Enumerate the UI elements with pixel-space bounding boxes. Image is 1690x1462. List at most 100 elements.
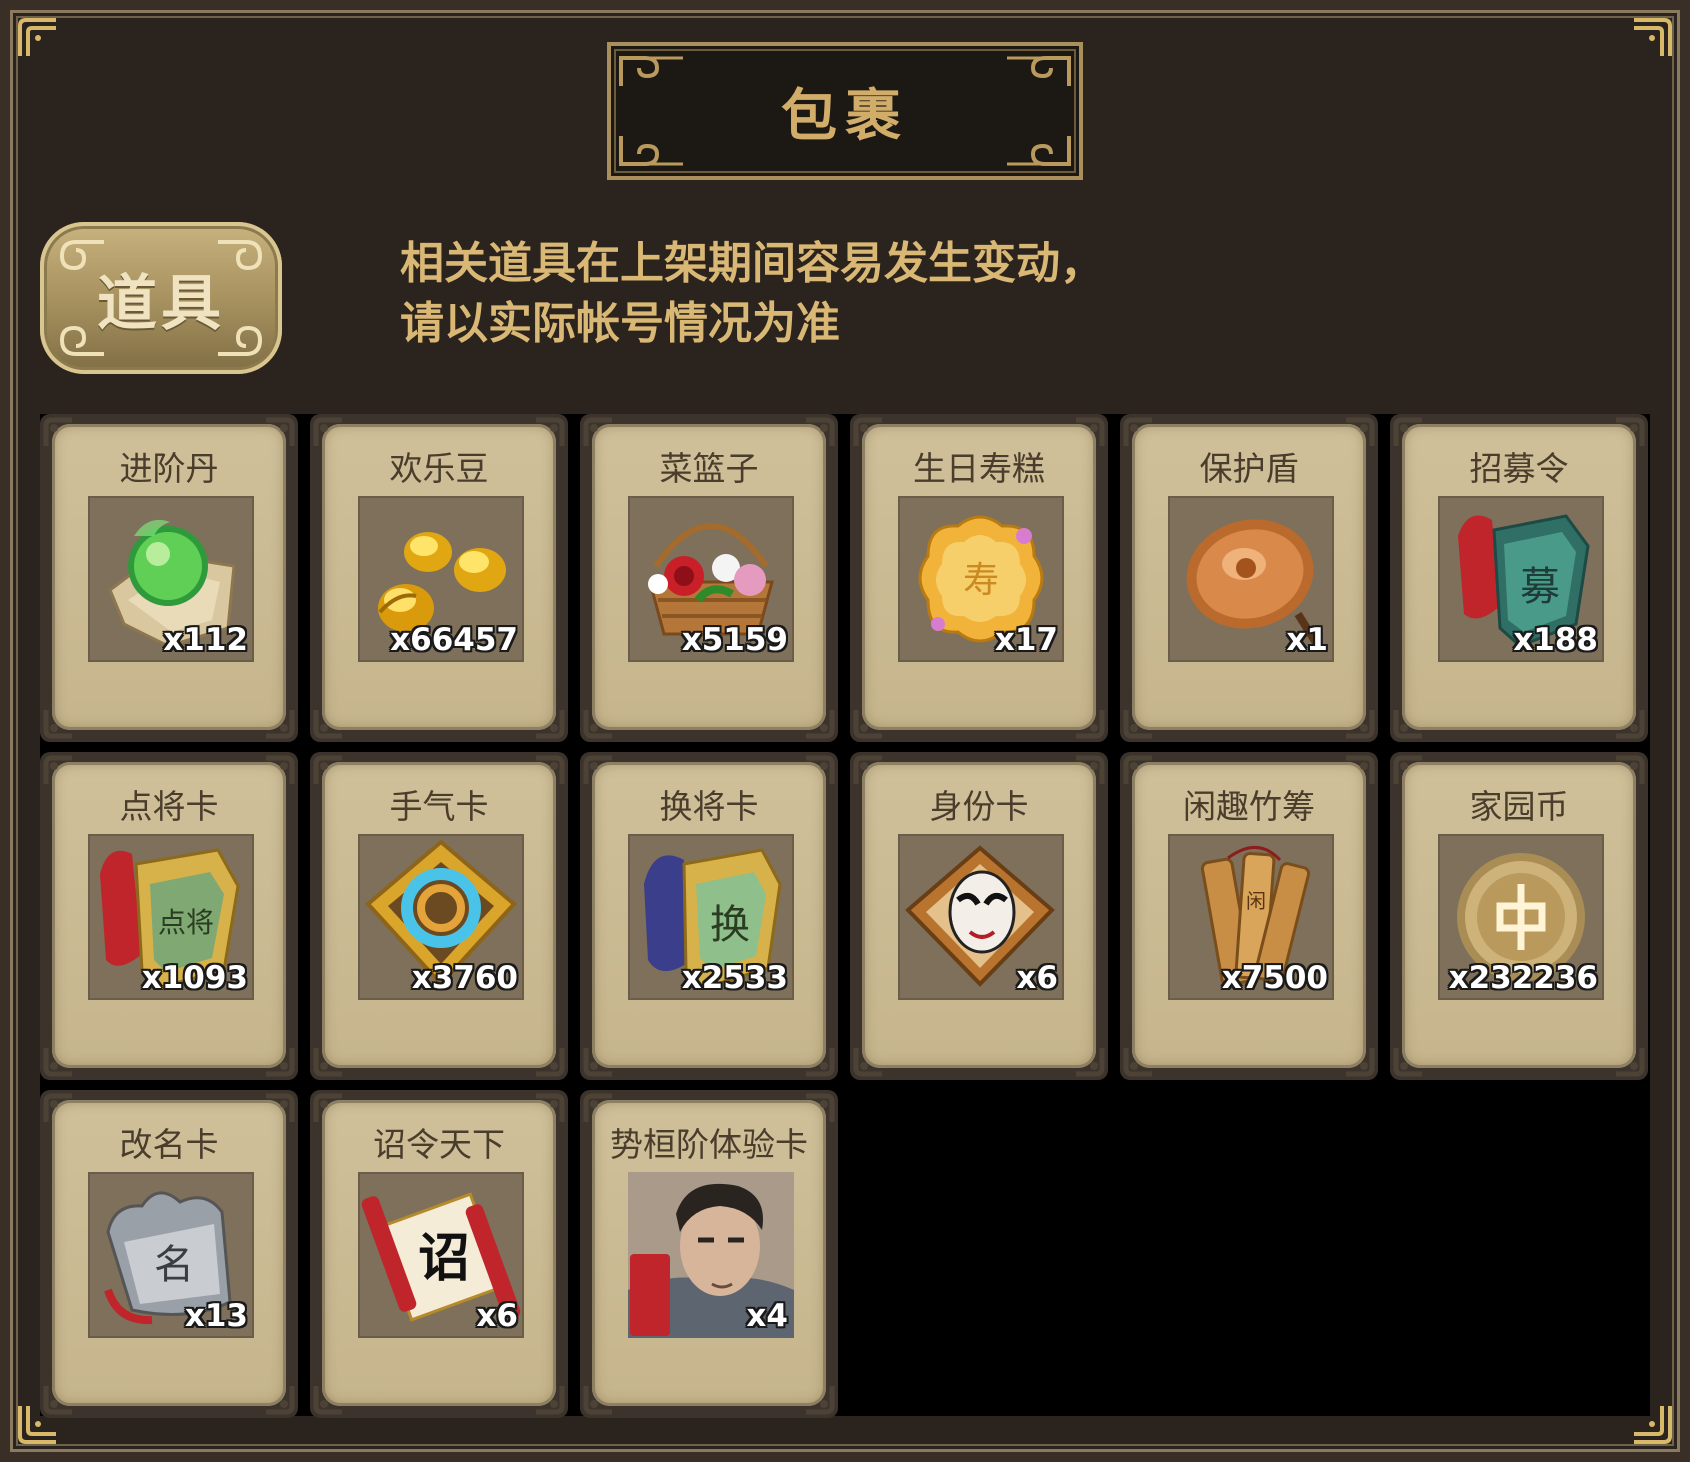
item-count: x6 [476, 1298, 518, 1334]
item-name: 生日寿糕 [913, 449, 1045, 488]
item-name: 换将卡 [659, 787, 759, 826]
svg-text:名: 名 [154, 1242, 194, 1288]
title-plate: 包裹 [607, 42, 1083, 180]
item-card[interactable]: 身份卡 x6 [850, 752, 1108, 1080]
item-count: x5159 [681, 622, 788, 658]
card-corner-icon [1122, 706, 1156, 740]
card-corner-icon [262, 1382, 296, 1416]
card-corner-icon [1392, 1044, 1426, 1078]
flower-basket-icon: x5159 [628, 496, 794, 662]
notice-text: 相关道具在上架期间容易发生变动， 请以实际帐号情况为准 [400, 234, 1104, 354]
cloud-curl-icon [54, 236, 108, 278]
home-coin-icon: x232236 [1438, 834, 1604, 1000]
item-card[interactable]: 闲趣竹筹 闲 x7500 [1120, 752, 1378, 1080]
green-orb-icon: x112 [88, 496, 254, 662]
item-count: x232236 [1448, 960, 1598, 996]
corner-ornament-icon [1630, 16, 1674, 60]
item-name: 改名卡 [119, 1125, 219, 1164]
cloud-curl-icon [214, 236, 268, 278]
card-corner-icon [312, 706, 346, 740]
card-corner-icon [312, 1382, 346, 1416]
item-card[interactable]: 换将卡 换 x2533 [580, 752, 838, 1080]
item-card[interactable]: 势桓阶体验卡 x4 [580, 1090, 838, 1418]
card-corner-icon [802, 1382, 836, 1416]
item-count: x3760 [411, 960, 518, 996]
item-card[interactable]: 家园币 x232236 [1390, 752, 1648, 1080]
tab-label: 道具 [97, 268, 225, 339]
item-count: x13 [184, 1298, 248, 1334]
item-count: x6 [1016, 960, 1058, 996]
card-corner-icon [1612, 706, 1646, 740]
card-corner-icon [1342, 1044, 1376, 1078]
item-count: x17 [994, 622, 1058, 658]
item-name: 手气卡 [389, 787, 489, 826]
card-corner-icon [582, 1044, 616, 1078]
birthday-cake-icon: 寿 x17 [898, 496, 1064, 662]
item-count: x4 [746, 1298, 788, 1334]
item-count: x112 [163, 622, 248, 658]
card-corner-icon [532, 706, 566, 740]
card-corner-icon [1072, 706, 1106, 740]
luck-card-icon: x3760 [358, 834, 524, 1000]
item-count: x1 [1286, 622, 1328, 658]
general-card-icon: 点将 x1093 [88, 834, 254, 1000]
item-count: x7500 [1221, 960, 1328, 996]
card-corner-icon [532, 1044, 566, 1078]
item-count: x1093 [141, 960, 248, 996]
general-portrait-icon: x4 [628, 1172, 794, 1338]
notice-line: 请以实际帐号情况为准 [400, 298, 840, 349]
edict-scroll-icon: 诏 x6 [358, 1172, 524, 1338]
opera-mask-icon: x6 [898, 834, 1064, 1000]
item-card[interactable]: 生日寿糕 寿 x17 [850, 414, 1108, 742]
card-corner-icon [582, 1382, 616, 1416]
svg-text:换: 换 [710, 902, 750, 948]
svg-text:点将: 点将 [158, 906, 214, 939]
corner-ornament-icon [16, 16, 60, 60]
cloud-curl-icon [214, 318, 268, 360]
item-card[interactable]: 菜篮子 x5159 [580, 414, 838, 742]
item-card[interactable]: 手气卡 x3760 [310, 752, 568, 1080]
item-card[interactable]: 进阶丹 x112 [40, 414, 298, 742]
recruit-token-icon: 募 x188 [1438, 496, 1604, 662]
svg-text:诏: 诏 [418, 1228, 470, 1289]
plate-ornament-icon [1003, 132, 1073, 172]
card-corner-icon [852, 1044, 886, 1078]
item-card[interactable]: 点将卡 点将 x1093 [40, 752, 298, 1080]
item-name: 进阶丹 [119, 449, 219, 488]
item-card[interactable]: 保护盾 x1 [1120, 414, 1378, 742]
card-corner-icon [532, 1382, 566, 1416]
svg-text:寿: 寿 [963, 560, 999, 601]
item-name: 点将卡 [119, 787, 219, 826]
item-name: 家园币 [1469, 787, 1569, 826]
card-corner-icon [1612, 1044, 1646, 1078]
page-title: 包裹 [781, 83, 909, 149]
card-corner-icon [802, 706, 836, 740]
swap-card-icon: 换 x2533 [628, 834, 794, 1000]
item-count: x188 [1513, 622, 1598, 658]
bronze-shield-icon: x1 [1168, 496, 1334, 662]
plate-ornament-icon [617, 132, 687, 172]
item-card[interactable]: 招募令 募 x188 [1390, 414, 1648, 742]
card-corner-icon [262, 1044, 296, 1078]
item-name: 菜篮子 [659, 449, 759, 488]
card-corner-icon [312, 1044, 346, 1078]
bamboo-tallies-icon: 闲 x7500 [1168, 834, 1334, 1000]
card-corner-icon [1342, 706, 1376, 740]
card-corner-icon [852, 706, 886, 740]
item-card[interactable]: 改名卡 名 x13 [40, 1090, 298, 1418]
item-name: 欢乐豆 [389, 449, 489, 488]
item-name: 身份卡 [929, 787, 1029, 826]
item-name: 保护盾 [1199, 449, 1299, 488]
plate-ornament-icon [617, 50, 687, 90]
item-name: 势桓阶体验卡 [610, 1125, 808, 1164]
item-name: 闲趣竹筹 [1183, 787, 1315, 826]
item-count: x2533 [681, 960, 788, 996]
card-corner-icon [1392, 706, 1426, 740]
item-card[interactable]: 诏令天下 诏 x6 [310, 1090, 568, 1418]
card-corner-icon [1072, 1044, 1106, 1078]
tab-items[interactable]: 道具 [40, 222, 282, 374]
item-card[interactable]: 欢乐豆 x66457 [310, 414, 568, 742]
item-name: 招募令 [1469, 449, 1569, 488]
svg-text:募: 募 [1520, 564, 1560, 610]
gold-beans-icon: x66457 [358, 496, 524, 662]
